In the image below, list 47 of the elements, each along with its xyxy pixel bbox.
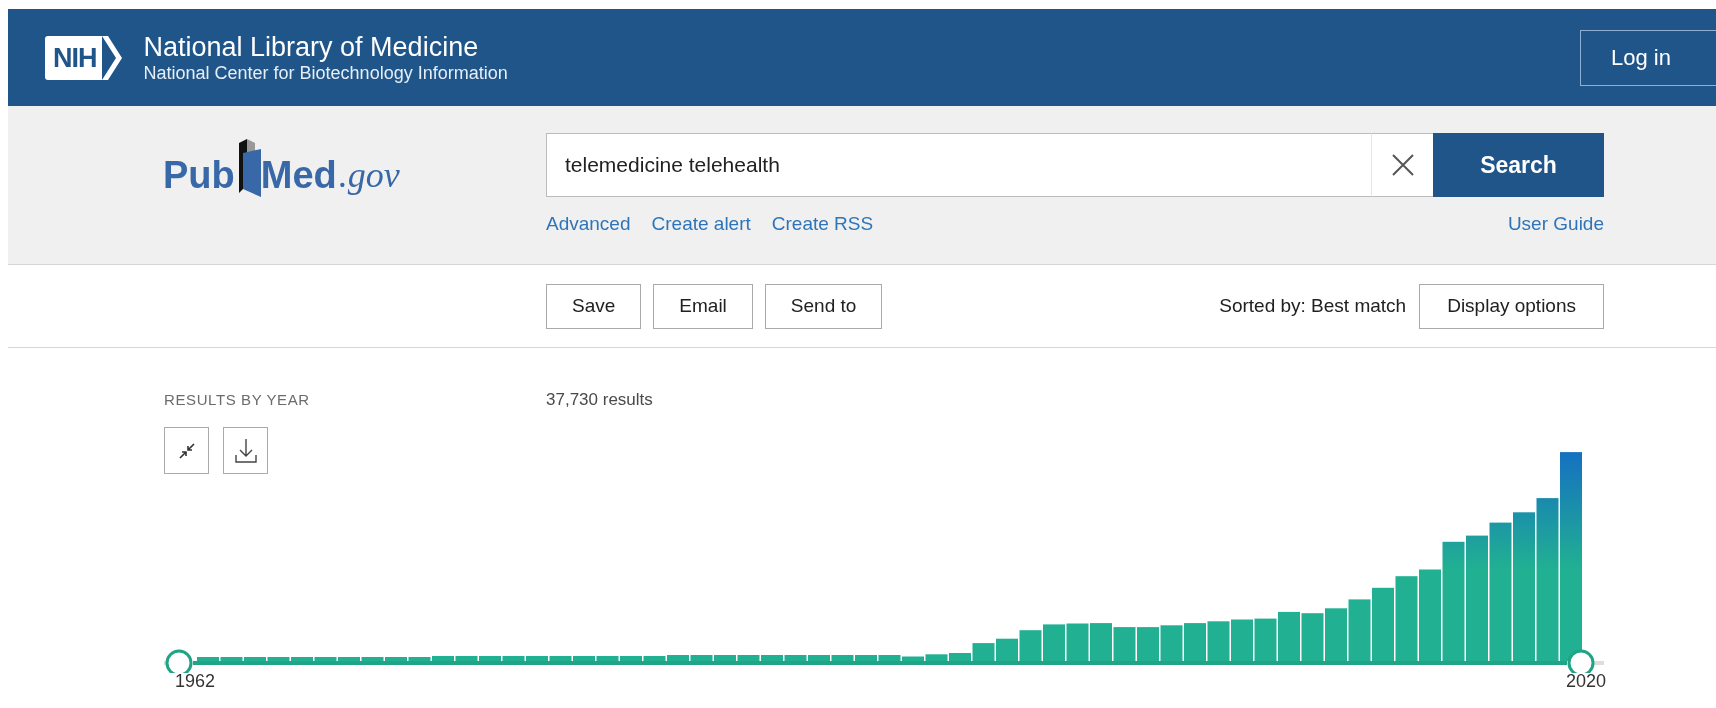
histogram-bar (1348, 599, 1371, 661)
histogram-bar (996, 638, 1018, 661)
histogram-bar (1160, 625, 1183, 661)
histogram-bar (1325, 608, 1347, 661)
site-subtitle: National Center for Biotechnology Information (143, 62, 508, 84)
search-link[interactable]: Create RSS (771, 213, 874, 235)
histogram-bar (1231, 619, 1253, 661)
histogram-bar (1113, 627, 1136, 661)
histogram-bar (1278, 611, 1300, 661)
histogram-bar (1043, 624, 1065, 661)
action-button[interactable]: Email (653, 283, 753, 329)
clear-button[interactable] (1371, 133, 1433, 197)
sort-label: Sorted by: Best match (1219, 295, 1407, 317)
results-count: 37,730 results (546, 389, 653, 411)
histogram-bar (1254, 618, 1277, 661)
collapse-icon (177, 441, 196, 460)
histogram-bar (1207, 621, 1230, 661)
action-button[interactable]: Send to (764, 283, 883, 329)
histogram-bar (1137, 627, 1159, 661)
logo-text[interactable]: Med (260, 153, 337, 197)
collapse-button[interactable] (164, 427, 209, 474)
display-options-button[interactable]: Display options (1419, 283, 1604, 329)
close-icon (1390, 153, 1415, 177)
range-handle[interactable] (165, 649, 193, 673)
user-guide-link[interactable]: User Guide (1507, 213, 1604, 235)
range-handle[interactable] (1567, 649, 1595, 673)
search-button[interactable]: Search (1433, 133, 1604, 197)
action-button[interactable]: Save (546, 283, 642, 329)
histogram-bar (1019, 630, 1042, 661)
year-label: 1962 (175, 671, 216, 692)
histogram-bar (1301, 613, 1324, 661)
logo-text[interactable]: Pub (163, 153, 235, 197)
histogram-bar (1066, 623, 1089, 661)
section-heading: RESULTS BY YEAR (164, 390, 311, 410)
download-icon (233, 437, 258, 464)
year-label: 2020 (1565, 671, 1606, 692)
site-title[interactable]: National Library of Medicine (143, 31, 508, 62)
search-link[interactable]: Advanced (546, 213, 631, 235)
logo-domain[interactable]: .gov (338, 153, 400, 197)
chevron-icon (101, 35, 122, 80)
range-track (1593, 661, 1604, 665)
search-link[interactable]: Create alert (651, 213, 751, 235)
login-button[interactable]: Log in (1580, 29, 1716, 86)
histogram-bar (1184, 623, 1206, 661)
histogram-bar (1090, 623, 1112, 661)
download-button[interactable] (223, 427, 268, 474)
search-field[interactable]: telemedicine telehealth (546, 133, 1371, 197)
